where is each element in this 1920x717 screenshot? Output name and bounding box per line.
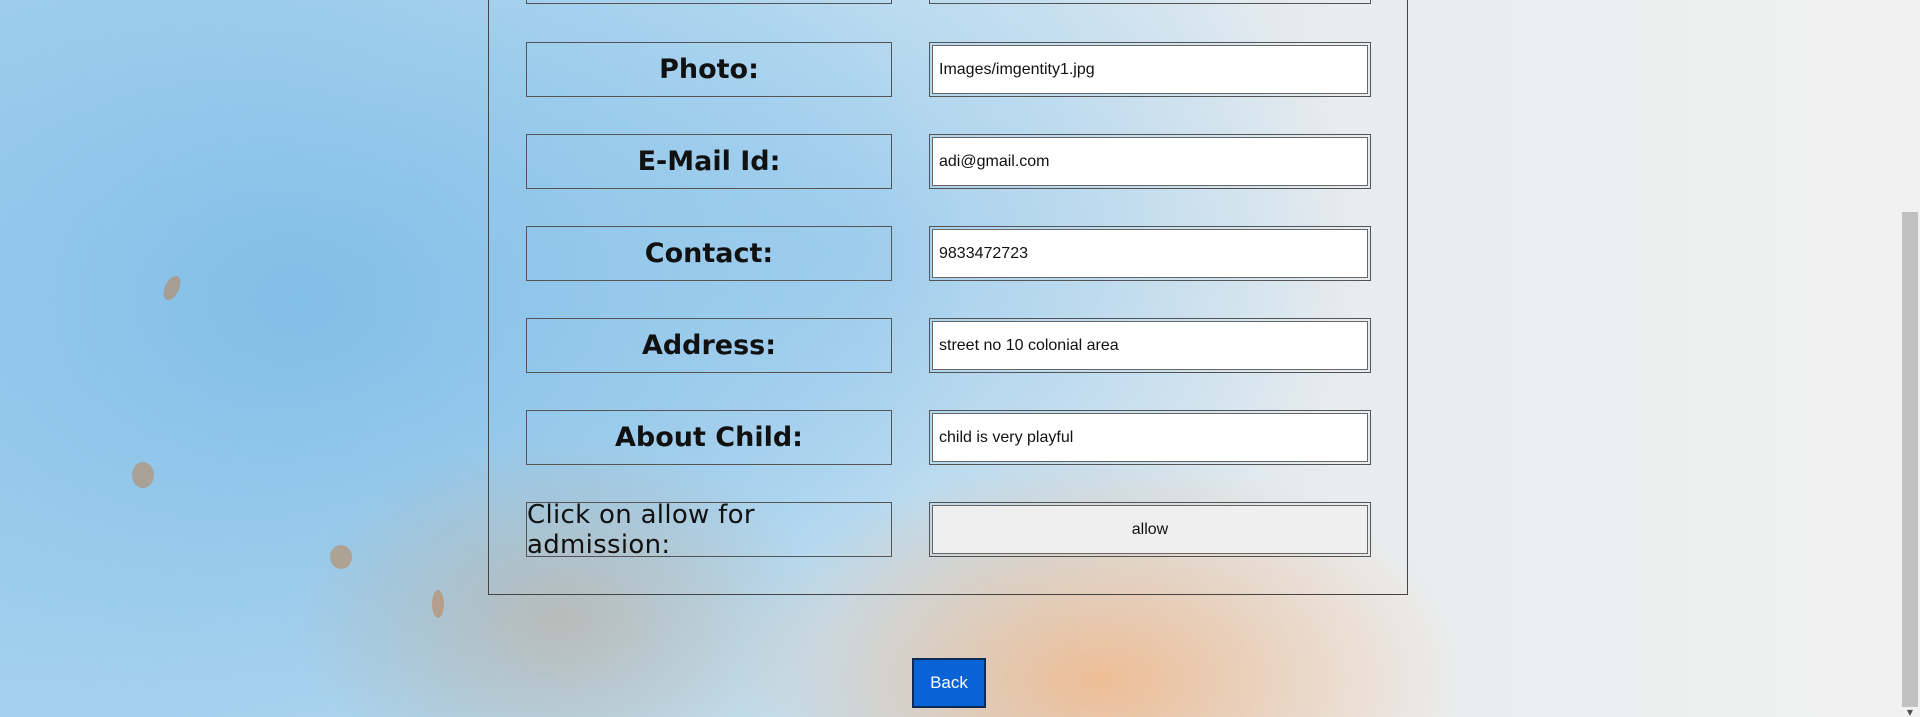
scroll-down-arrow-icon[interactable]: ▼ <box>1900 707 1920 717</box>
back-button[interactable]: Back <box>912 658 986 708</box>
background-splash <box>432 590 444 618</box>
about-child-label: About Child: <box>526 410 892 465</box>
scrollbar-thumb[interactable] <box>1902 212 1918 707</box>
background-splash <box>132 462 154 488</box>
contact-label: Contact: <box>526 226 892 281</box>
allow-button-frame: allow <box>929 502 1371 557</box>
previous-label-box <box>526 0 892 4</box>
address-field[interactable]: street no 10 colonial area <box>929 318 1371 373</box>
address-label: Address: <box>526 318 892 373</box>
photo-label: Photo: <box>526 42 892 97</box>
admission-label: Click on allow for admission: <box>526 500 892 560</box>
about-child-field[interactable]: child is very playful <box>929 410 1371 465</box>
contact-field-value[interactable]: 9833472723 <box>932 229 1368 278</box>
allow-button[interactable]: allow <box>932 505 1368 554</box>
photo-field-value[interactable]: Images/imgentity1.jpg <box>932 45 1368 94</box>
address-field-value[interactable]: street no 10 colonial area <box>932 321 1368 370</box>
photo-field[interactable]: Images/imgentity1.jpg <box>929 42 1371 97</box>
email-field-value[interactable]: adi@gmail.com <box>932 137 1368 186</box>
email-label: E-Mail Id: <box>526 134 892 189</box>
background-splash <box>160 273 184 303</box>
background-splash <box>330 545 352 569</box>
previous-value-box <box>929 0 1371 4</box>
contact-field[interactable]: 9833472723 <box>929 226 1371 281</box>
vertical-scrollbar[interactable]: ▼ <box>1900 0 1920 717</box>
about-child-field-value[interactable]: child is very playful <box>932 413 1368 462</box>
email-field[interactable]: adi@gmail.com <box>929 134 1371 189</box>
